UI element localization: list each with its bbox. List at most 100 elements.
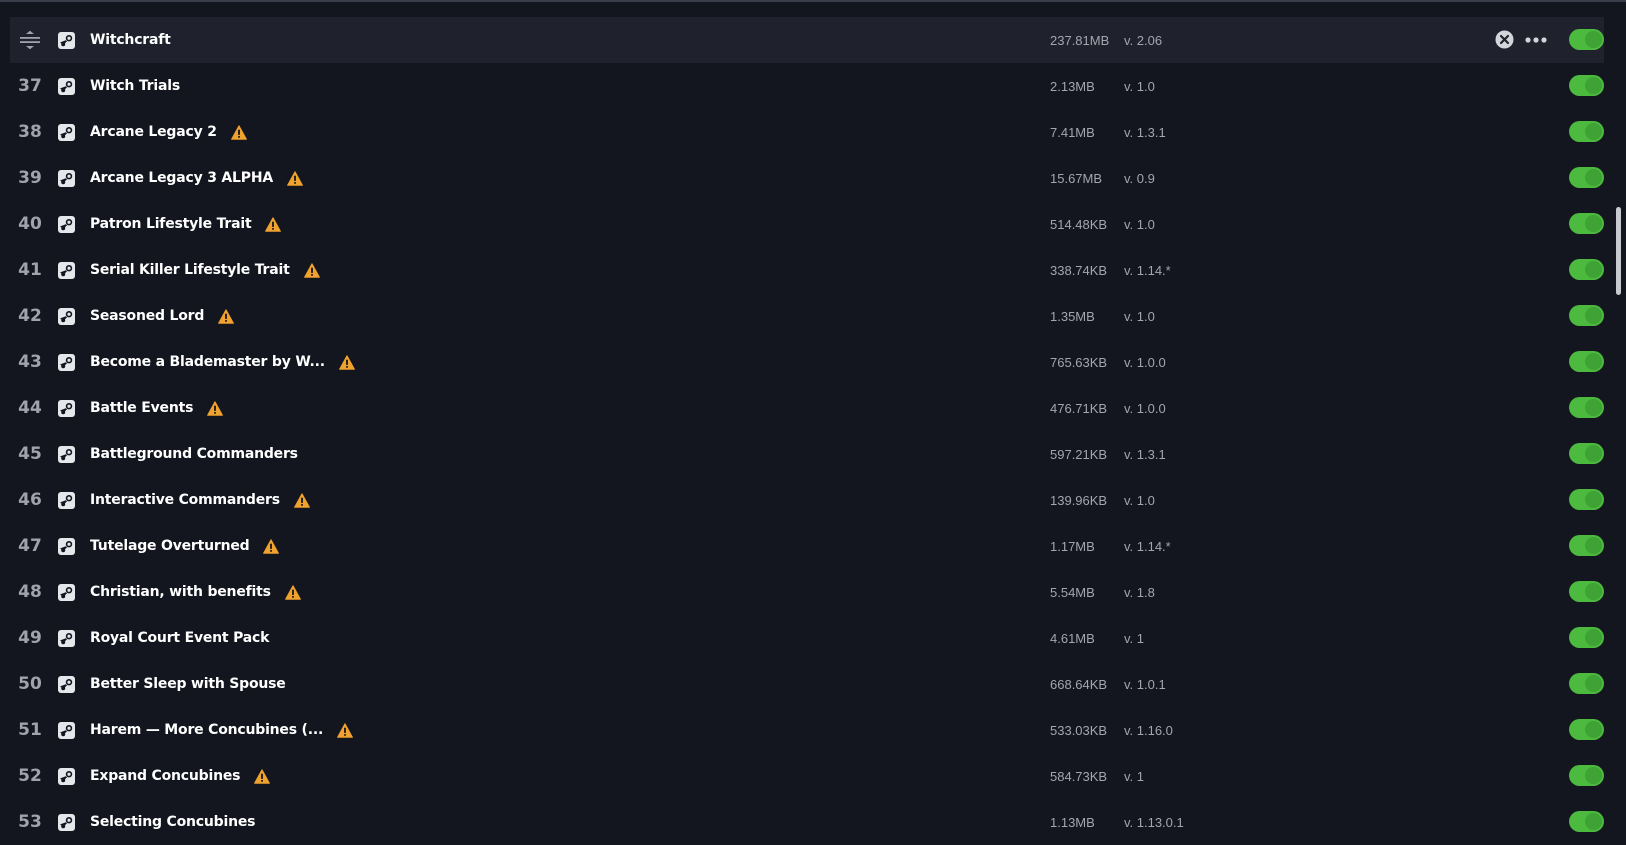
steam-icon: [58, 629, 75, 647]
mod-row[interactable]: 49 Royal Court Event Pack 4.61MB v. 1: [10, 615, 1604, 661]
mod-name-cell: Witch Trials: [90, 78, 1040, 94]
mod-order-number: 53: [10, 812, 50, 832]
mod-row[interactable]: 39 Arcane Legacy 3 ALPHA 15.67MB v. 0.9: [10, 155, 1604, 201]
source-icon-cell: [58, 339, 88, 385]
enable-toggle[interactable]: [1569, 489, 1604, 510]
mod-order-number: 39: [10, 168, 50, 188]
mod-row[interactable]: 47 Tutelage Overturned 1.17MB v. 1.14.*: [10, 523, 1604, 569]
mod-row[interactable]: 38 Arcane Legacy 2 7.41MB v. 1.3.1: [10, 109, 1604, 155]
drag-handle-icon[interactable]: [19, 30, 41, 50]
steam-icon: [58, 307, 75, 325]
enable-toggle[interactable]: [1569, 351, 1604, 372]
steam-icon: [58, 31, 75, 49]
mod-row[interactable]: 41 Serial Killer Lifestyle Trait 338.74KB v…: [10, 247, 1604, 293]
mod-version: v. 1.13.0.1: [1124, 814, 1184, 830]
mod-number: 52: [18, 766, 42, 786]
mod-row[interactable]: 46 Interactive Commanders 139.96KB v. 1.0: [10, 477, 1604, 523]
mod-name: Christian, with benefits: [90, 584, 271, 600]
mod-row[interactable]: 48 Christian, with benefits 5.54MB v. 1.8: [10, 569, 1604, 615]
mod-number: 45: [18, 444, 42, 464]
mod-number: 42: [18, 306, 42, 326]
source-icon-cell: [58, 247, 88, 293]
enable-toggle[interactable]: [1569, 121, 1604, 142]
mod-size: 4.61MB: [1050, 630, 1095, 646]
mod-name-cell: Christian, with benefits: [90, 584, 1040, 600]
mod-row[interactable]: 43 Become a Blademaster by W... 765.63KB v.…: [10, 339, 1604, 385]
warning-icon: [303, 262, 320, 278]
mod-name-cell: Royal Court Event Pack: [90, 630, 1040, 646]
mod-version: v. 1.0: [1124, 308, 1155, 324]
warning-icon: [337, 722, 353, 738]
warning-icon: [338, 354, 355, 370]
warning-icon: [265, 216, 282, 232]
enable-toggle[interactable]: [1569, 765, 1604, 786]
mod-name-cell: Expand Concubines: [90, 768, 1040, 784]
enable-toggle[interactable]: [1569, 305, 1604, 326]
mod-number: 47: [18, 536, 42, 556]
enable-toggle[interactable]: [1569, 627, 1604, 648]
mod-size: 1.17MB: [1050, 538, 1095, 554]
mod-version: v. 1: [1124, 768, 1144, 784]
mod-name-cell: Arcane Legacy 2: [90, 124, 1040, 140]
enable-toggle[interactable]: [1569, 719, 1604, 740]
mod-row[interactable]: 37 Witch Trials 2.13MB v. 1.0: [10, 63, 1604, 109]
mod-number: 39: [18, 168, 42, 188]
steam-icon: [58, 77, 75, 95]
mod-order-number: 52: [10, 766, 50, 786]
mod-number: 48: [18, 582, 42, 602]
mod-name: Witch Trials: [90, 78, 180, 94]
mod-version: v. 1.3.1: [1124, 446, 1166, 462]
source-icon-cell: [58, 523, 88, 569]
mod-name-cell: Interactive Commanders: [90, 492, 1040, 508]
mod-name: Expand Concubines: [90, 768, 241, 784]
enable-toggle[interactable]: [1569, 581, 1604, 602]
mod-row[interactable]: Witchcraft 237.81MB v. 2.06: [10, 17, 1604, 63]
mod-order-number: 37: [10, 76, 50, 96]
mod-number: 51: [18, 720, 42, 740]
mod-name-cell: Arcane Legacy 3 ALPHA: [90, 170, 1040, 186]
mod-row[interactable]: 52 Expand Concubines 584.73KB v. 1: [10, 753, 1604, 799]
scrollbar-thumb[interactable]: [1616, 207, 1621, 295]
mod-row[interactable]: 44 Battle Events 476.71KB v. 1.0.0: [10, 385, 1604, 431]
mod-order-number: 38: [10, 122, 50, 142]
enable-toggle[interactable]: [1569, 811, 1604, 832]
enable-toggle[interactable]: [1569, 29, 1604, 50]
mod-name: Better Sleep with Spouse: [90, 676, 286, 692]
mod-name: Royal Court Event Pack: [90, 630, 270, 646]
mod-row[interactable]: 51 Harem — More Concubines (... 533.03KB v.…: [10, 707, 1604, 753]
top-divider: [0, 0, 1626, 2]
mod-size: 15.67MB: [1050, 170, 1103, 186]
enable-toggle[interactable]: [1569, 443, 1604, 464]
enable-toggle[interactable]: [1569, 75, 1604, 96]
mod-row[interactable]: 53 Selecting Concubines 1.13MB v. 1.13.0.1: [10, 799, 1604, 845]
mod-name-cell: Selecting Concubines: [90, 814, 1040, 830]
enable-toggle[interactable]: [1569, 259, 1604, 280]
mod-name: Arcane Legacy 3 ALPHA: [90, 170, 273, 186]
enable-toggle[interactable]: [1569, 167, 1604, 188]
remove-mod-icon[interactable]: [1495, 30, 1514, 49]
enable-toggle[interactable]: [1569, 535, 1604, 556]
mod-name-cell: Serial Killer Lifestyle Trait: [90, 262, 1040, 278]
enable-toggle[interactable]: [1569, 397, 1604, 418]
mod-row[interactable]: 50 Better Sleep with Spouse 668.64KB v. 1.0…: [10, 661, 1604, 707]
more-options-icon[interactable]: [1524, 36, 1548, 44]
steam-icon: [58, 169, 75, 187]
mod-version: v. 1.0.0: [1124, 354, 1166, 370]
warning-icon: [254, 768, 271, 784]
mod-order-number: 41: [10, 260, 50, 280]
mod-row[interactable]: 42 Seasoned Lord 1.35MB v. 1.0: [10, 293, 1604, 339]
steam-icon: [58, 215, 75, 233]
enable-toggle[interactable]: [1569, 673, 1604, 694]
source-icon-cell: [58, 63, 88, 109]
enable-toggle[interactable]: [1569, 213, 1604, 234]
mod-name: Arcane Legacy 2: [90, 124, 217, 140]
mod-size: 237.81MB: [1050, 32, 1110, 48]
mod-name: Interactive Commanders: [90, 492, 280, 508]
mod-name: Patron Lifestyle Trait: [90, 216, 252, 232]
mod-row[interactable]: 45 Battleground Commanders 597.21KB v. 1.3.…: [10, 431, 1604, 477]
mod-row[interactable]: 40 Patron Lifestyle Trait 514.48KB v. 1.0: [10, 201, 1604, 247]
mod-order-number: 42: [10, 306, 50, 326]
mod-order-number: 47: [10, 536, 50, 556]
mod-number: 49: [18, 628, 42, 648]
source-icon-cell: [58, 569, 88, 615]
